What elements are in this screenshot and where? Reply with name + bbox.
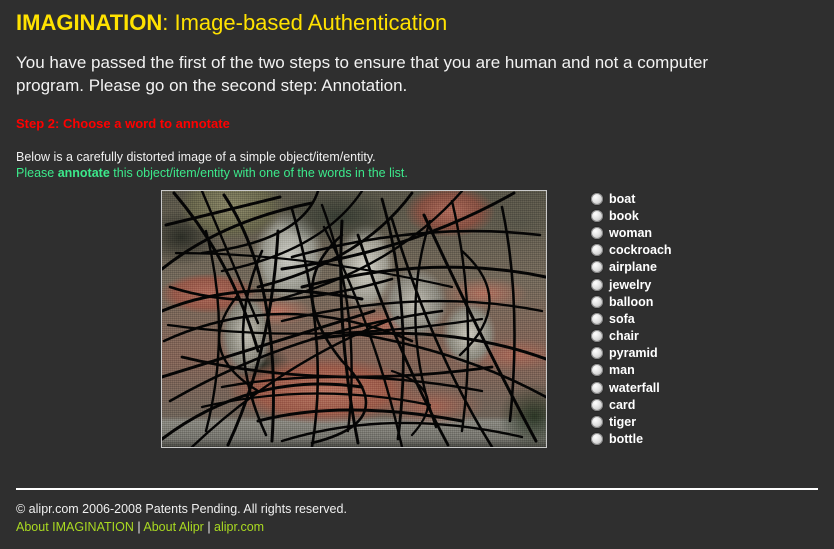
radio-button-icon[interactable]	[591, 312, 603, 325]
page-title-brand: IMAGINATION	[16, 10, 163, 35]
footer-link-separator: |	[203, 520, 215, 534]
word-option-label: jewelry	[609, 277, 652, 292]
radio-button-icon[interactable]	[591, 347, 603, 360]
page-root: IMAGINATION: Image-based Authentication …	[0, 0, 834, 549]
footer-links: About IMAGINATION | About Alipr | alipr.…	[16, 518, 347, 536]
word-option-label: card	[609, 397, 636, 412]
radio-button-icon[interactable]	[591, 261, 603, 274]
radio-button-icon[interactable]	[591, 278, 603, 291]
word-option-label: balloon	[609, 294, 654, 309]
radio-button-icon[interactable]	[591, 192, 603, 205]
word-option-label: sofa	[609, 311, 635, 326]
word-option-jewelry[interactable]: jewelry	[591, 276, 672, 293]
page-title: IMAGINATION: Image-based Authentication	[16, 0, 818, 36]
word-option-airplane[interactable]: airplane	[591, 259, 672, 276]
word-option-chair[interactable]: chair	[591, 328, 672, 345]
instruction-line-2-prefix: Please	[16, 166, 58, 180]
footer-link-about-imagination[interactable]: About IMAGINATION	[16, 520, 134, 534]
footer-divider	[16, 488, 818, 490]
word-option-pyramid[interactable]: pyramid	[591, 345, 672, 362]
word-choice-list[interactable]: boat book woman cockroach airplane jewel…	[591, 190, 672, 448]
radio-button-icon[interactable]	[591, 330, 603, 343]
word-option-label: boat	[609, 191, 636, 206]
annotation-content: boat book woman cockroach airplane jewel…	[16, 190, 818, 452]
intro-paragraph: You have passed the first of the two ste…	[16, 53, 709, 95]
word-option-label: chair	[609, 329, 639, 344]
footer-link-alipr-com[interactable]: alipr.com	[214, 520, 264, 534]
instruction-emphasis-annotate: annotate	[57, 166, 110, 180]
word-option-sofa[interactable]: sofa	[591, 310, 672, 327]
radio-button-icon[interactable]	[591, 295, 603, 308]
radio-button-icon[interactable]	[591, 433, 603, 446]
copyright-text: © alipr.com 2006-2008 Patents Pending. A…	[16, 502, 347, 516]
word-option-card[interactable]: card	[591, 396, 672, 413]
instruction-line-2-suffix: this object/item/entity with one of the …	[109, 166, 408, 180]
instruction-line-1: Below is a carefully distorted image of …	[16, 150, 376, 164]
word-option-bottle[interactable]: bottle	[591, 431, 672, 448]
page-title-rest: : Image-based Authentication	[162, 10, 448, 35]
word-option-man[interactable]: man	[591, 362, 672, 379]
word-option-cockroach[interactable]: cockroach	[591, 242, 672, 259]
radio-button-icon[interactable]	[591, 398, 603, 411]
captcha-image	[161, 190, 547, 448]
captcha-scribble-overlay	[162, 191, 546, 447]
word-option-label: woman	[609, 225, 653, 240]
word-option-book[interactable]: book	[591, 207, 672, 224]
word-option-label: tiger	[609, 415, 637, 430]
radio-button-icon[interactable]	[591, 416, 603, 429]
footer: © alipr.com 2006-2008 Patents Pending. A…	[16, 500, 347, 536]
radio-button-icon[interactable]	[591, 364, 603, 377]
instruction-block: Below is a carefully distorted image of …	[16, 149, 818, 181]
word-option-label: pyramid	[609, 346, 658, 361]
radio-button-icon[interactable]	[591, 209, 603, 222]
word-option-boat[interactable]: boat	[591, 190, 672, 207]
word-option-label: bottle	[609, 432, 644, 447]
radio-button-icon[interactable]	[591, 381, 603, 394]
radio-button-icon[interactable]	[591, 244, 603, 257]
footer-link-separator: |	[133, 520, 144, 534]
word-option-tiger[interactable]: tiger	[591, 413, 672, 430]
word-option-label: waterfall	[609, 380, 660, 395]
word-option-label: cockroach	[609, 243, 672, 258]
word-option-balloon[interactable]: balloon	[591, 293, 672, 310]
word-option-label: man	[609, 363, 635, 378]
word-option-waterfall[interactable]: waterfall	[591, 379, 672, 396]
step-heading: Step 2: Choose a word to annotate	[16, 116, 230, 131]
word-option-woman[interactable]: woman	[591, 224, 672, 241]
radio-button-icon[interactable]	[591, 226, 603, 239]
footer-link-about-alipr[interactable]: About Alipr	[143, 520, 203, 534]
word-option-label: book	[609, 208, 639, 223]
word-option-label: airplane	[609, 260, 657, 275]
instruction-line-2: Please annotate this object/item/entity …	[16, 165, 818, 181]
